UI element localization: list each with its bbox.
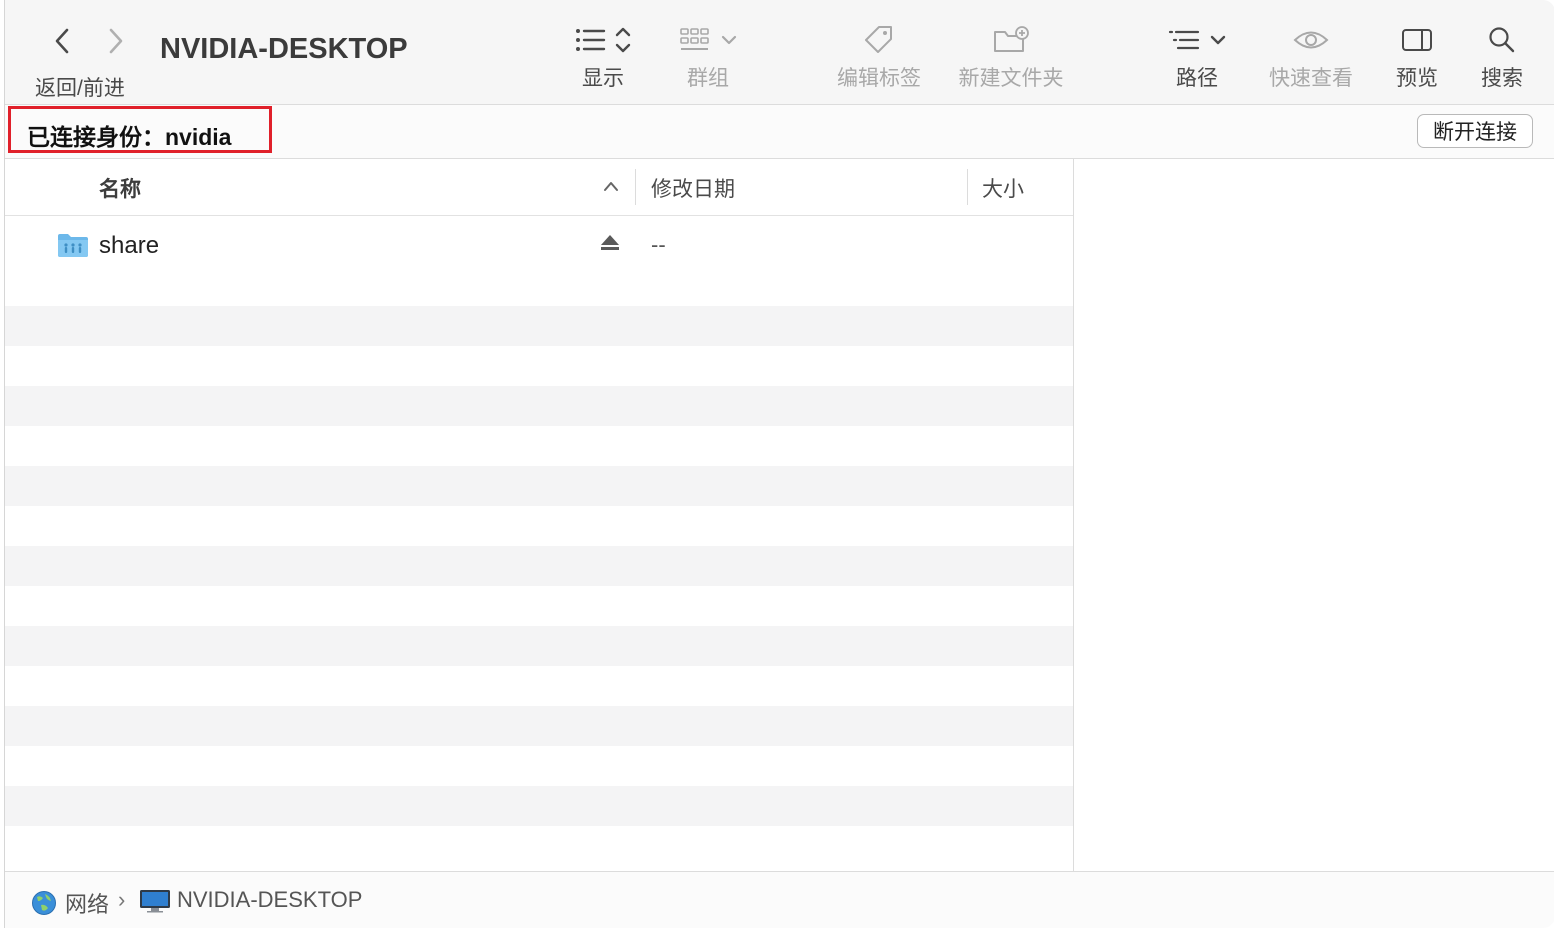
column-divider[interactable]	[967, 169, 968, 205]
column-name-header[interactable]: 名称	[99, 173, 141, 203]
column-date-header[interactable]: 修改日期	[651, 173, 735, 203]
back-button[interactable]	[47, 24, 79, 58]
preview-button[interactable]: 预览	[1387, 20, 1447, 92]
list-row-empty	[5, 706, 1073, 746]
file-list: 名称 修改日期 大小 share --	[5, 159, 1074, 871]
nav-label: 返回/前进	[35, 77, 125, 100]
quicklook-button[interactable]: 快速查看	[1263, 20, 1359, 92]
file-row[interactable]: share --	[5, 219, 1073, 267]
list-row-empty	[5, 746, 1073, 786]
globe-icon	[32, 891, 56, 915]
list-row-empty	[5, 346, 1073, 386]
list-row-empty	[5, 426, 1073, 466]
list-row-empty	[5, 586, 1073, 626]
list-row-empty	[5, 626, 1073, 666]
list-row-empty	[5, 506, 1073, 546]
eye-icon	[1293, 31, 1329, 49]
path-label: 路径	[1176, 67, 1218, 90]
search-label: 搜索	[1481, 67, 1523, 90]
list-rows	[5, 226, 1073, 826]
preview-pane	[1074, 159, 1554, 871]
group-grid-icon	[680, 28, 737, 50]
path-separator: ›	[118, 887, 126, 912]
connection-status: 已连接身份：nvidia	[27, 124, 232, 150]
edit-tags-label: 编辑标签	[837, 67, 921, 90]
list-row-empty	[5, 466, 1073, 506]
finder-window: 返回/前进 NVIDIA-DESKTOP 显示 群组 编辑标签 新建文件夹 路径…	[4, 0, 1554, 928]
list-row-empty	[5, 306, 1073, 346]
list-header: 名称 修改日期 大小	[5, 159, 1073, 216]
new-folder-icon	[994, 26, 1029, 52]
list-row-empty	[5, 546, 1073, 586]
file-modified: --	[651, 232, 666, 257]
column-size-header[interactable]: 大小	[982, 173, 1024, 203]
edit-tags-button[interactable]: 编辑标签	[831, 20, 927, 92]
chevron-right-icon	[109, 28, 123, 54]
path-bar: 网络 › NVIDIA-DESKTOP	[5, 871, 1554, 928]
list-row-empty	[5, 786, 1073, 826]
computer-icon	[140, 890, 170, 913]
chevron-left-icon	[55, 28, 69, 54]
group-button[interactable]: 群组	[673, 20, 743, 92]
view-mode-label: 显示	[582, 67, 624, 90]
list-row-empty	[5, 666, 1073, 706]
search-button[interactable]: 搜索	[1472, 20, 1532, 92]
sidebar-preview-icon	[1402, 29, 1432, 51]
group-label: 群组	[687, 67, 729, 90]
window-title: NVIDIA-DESKTOP	[160, 33, 408, 65]
file-name: share	[99, 232, 160, 259]
list-row-empty	[5, 266, 1073, 306]
search-icon	[1489, 27, 1515, 53]
preview-label: 预览	[1396, 67, 1438, 90]
list-row-empty	[5, 386, 1073, 426]
quicklook-label: 快速查看	[1269, 67, 1353, 90]
disconnect-button[interactable]: 断开连接	[1417, 114, 1533, 148]
forward-button[interactable]	[99, 24, 131, 58]
shared-folder-icon	[58, 234, 88, 257]
list-view-icon	[576, 27, 631, 53]
path-item-host[interactable]: NVIDIA-DESKTOP	[139, 887, 362, 913]
path-list-icon	[1168, 30, 1226, 50]
eject-icon[interactable]	[599, 234, 621, 252]
new-folder-button[interactable]: 新建文件夹	[951, 20, 1071, 92]
new-folder-label: 新建文件夹	[958, 67, 1064, 90]
tag-icon	[865, 26, 892, 53]
column-divider[interactable]	[635, 169, 636, 205]
path-host-label: NVIDIA-DESKTOP	[177, 887, 363, 912]
connection-bar: 已连接身份：nvidia 断开连接	[5, 105, 1554, 159]
toolbar: 返回/前进 NVIDIA-DESKTOP 显示 群组 编辑标签 新建文件夹 路径…	[5, 0, 1554, 105]
sort-ascending-icon[interactable]	[602, 179, 620, 193]
path-button[interactable]: 路径	[1161, 20, 1233, 92]
view-mode-button[interactable]: 显示	[568, 20, 638, 92]
path-item-network[interactable]: 网络	[31, 887, 109, 919]
path-network-label: 网络	[65, 892, 110, 917]
